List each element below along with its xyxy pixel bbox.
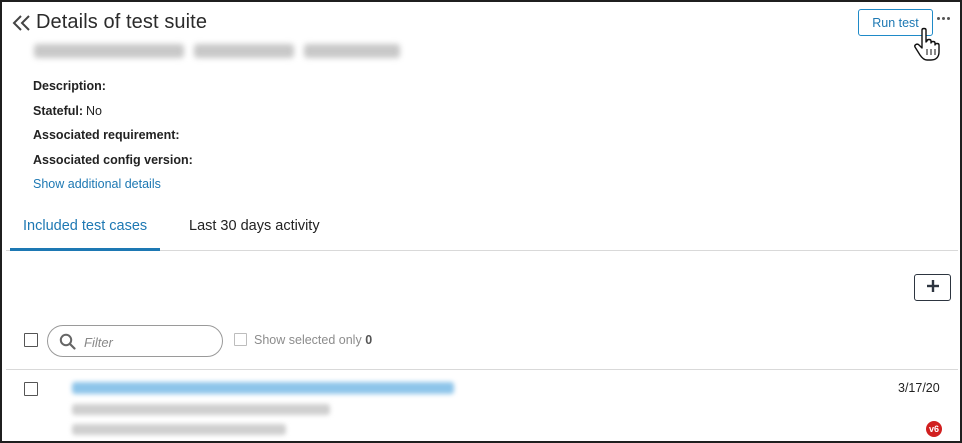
stateful-row: Stateful: No bbox=[33, 103, 196, 128]
filter-input[interactable] bbox=[84, 332, 214, 352]
description-row: Description: bbox=[33, 78, 196, 103]
version-badge: v6 bbox=[926, 421, 942, 437]
show-selected-only-label: Show selected only bbox=[254, 333, 362, 347]
obscured-test-case-details[interactable] bbox=[72, 378, 472, 438]
double-chevron-left-icon[interactable] bbox=[11, 13, 33, 33]
show-additional-details-link[interactable]: Show additional details bbox=[33, 177, 161, 191]
suite-details: Description: Stateful: No Associated requ… bbox=[33, 78, 196, 201]
stateful-label: Stateful: bbox=[33, 103, 83, 118]
requirement-label: Associated requirement: bbox=[33, 128, 180, 143]
config-version-label: Associated config version: bbox=[33, 152, 193, 167]
tab-last-30-days-activity[interactable]: Last 30 days activity bbox=[176, 212, 333, 251]
test-case-row-checkbox[interactable] bbox=[24, 382, 38, 396]
plus-icon bbox=[926, 279, 940, 296]
run-test-button[interactable]: Run test bbox=[858, 9, 933, 36]
show-selected-only[interactable]: Show selected only 0 bbox=[254, 333, 372, 347]
description-label: Description: bbox=[33, 79, 106, 93]
stateful-value: No bbox=[86, 103, 102, 118]
show-details-row: Show additional details bbox=[33, 176, 196, 201]
tab-bar: Included test cases Last 30 days activit… bbox=[6, 212, 958, 251]
tab-included-test-cases[interactable]: Included test cases bbox=[10, 212, 161, 251]
obscured-subtitle bbox=[34, 42, 410, 64]
test-suite-details-panel: Details of test suite Run test Descripti… bbox=[0, 0, 962, 443]
add-test-case-button[interactable] bbox=[914, 274, 951, 301]
list-divider bbox=[6, 369, 958, 370]
selected-count: 0 bbox=[365, 333, 373, 347]
page-title: Details of test suite bbox=[36, 11, 208, 33]
filter-field[interactable] bbox=[47, 325, 223, 357]
select-all-checkbox[interactable] bbox=[24, 333, 38, 347]
show-selected-only-checkbox[interactable] bbox=[234, 333, 247, 346]
requirement-row: Associated requirement: bbox=[33, 127, 196, 152]
ellipsis-icon[interactable] bbox=[937, 17, 951, 23]
config-version-row: Associated config version: bbox=[33, 152, 196, 177]
test-case-date: 3/17/20 bbox=[898, 381, 940, 395]
